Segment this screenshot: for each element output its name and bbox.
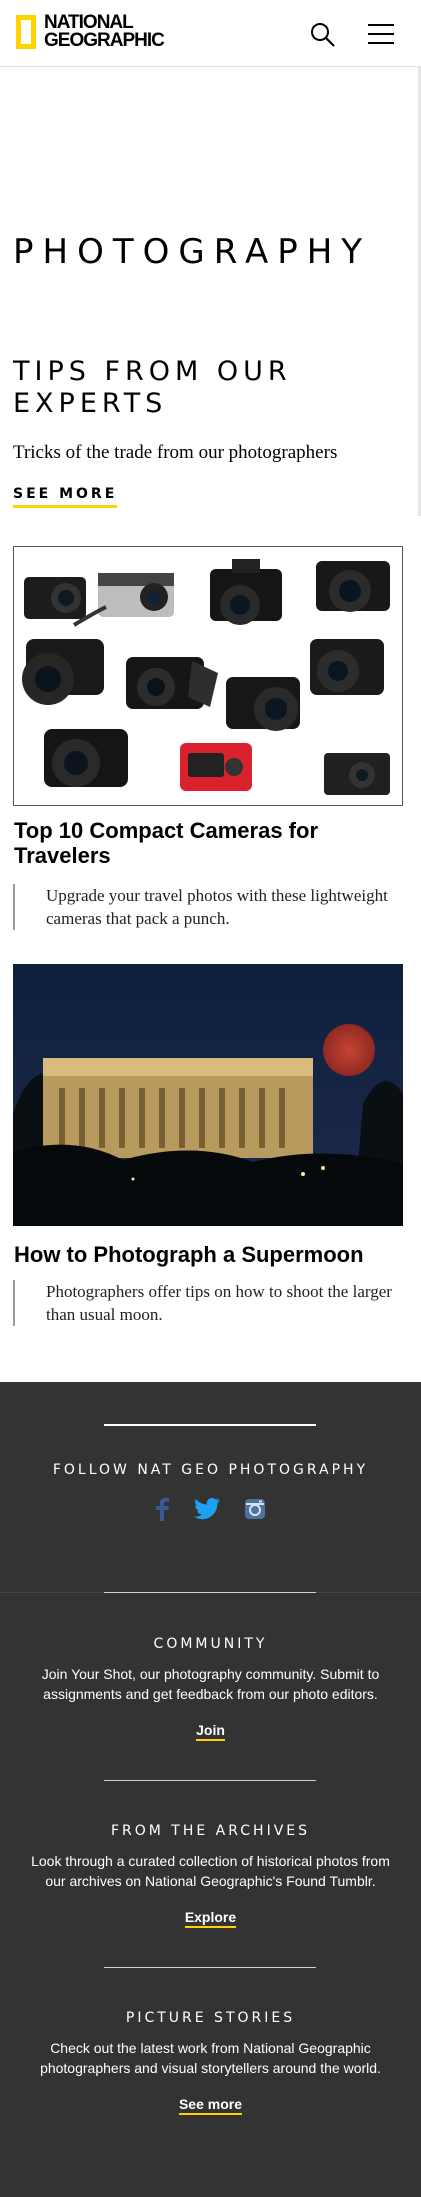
social-links [155, 1497, 266, 1526]
picture-stories-text: Check out the latest work from National … [40, 2040, 381, 2076]
archives-heading: FROM THE ARCHIVES [110, 1823, 311, 1839]
community-heading: COMMUNITY [153, 1636, 268, 1652]
site-header: NATIONAL GEOGRAPHIC [0, 0, 421, 67]
nat-geo-logo[interactable]: NATIONAL GEOGRAPHIC [16, 13, 165, 51]
see-more-stories-link[interactable]: See more [178, 2096, 243, 2115]
archives-text: Look through a curated collection of his… [31, 1853, 390, 1889]
cameras-image[interactable] [13, 546, 403, 806]
search-icon[interactable] [310, 22, 336, 48]
article-description: Photographers offer tips on how to shoot… [13, 1280, 403, 1326]
twitter-icon[interactable] [193, 1497, 220, 1525]
follow-heading: FOLLOW NAT GEO PHOTOGRAPHY [52, 1462, 369, 1478]
section-heading: TIPS FROM OUR EXPERTS [13, 356, 292, 419]
divider [104, 1967, 316, 1968]
article-title[interactable]: Top 10 Compact Cameras for Travelers [14, 818, 404, 868]
article-title[interactable]: How to Photograph a Supermoon [14, 1242, 404, 1267]
section-description: Tricks of the trade from our photographe… [13, 442, 338, 463]
page-title: PHOTOGRAPHY [13, 232, 372, 272]
facebook-icon[interactable] [155, 1497, 169, 1526]
divider [104, 1780, 316, 1781]
article-description: Upgrade your travel photos with these li… [13, 884, 403, 930]
logo-yellow-border [16, 15, 36, 49]
instagram-icon[interactable] [244, 1498, 266, 1525]
explore-link[interactable]: Explore [184, 1909, 237, 1928]
picture-stories-heading: PICTURE STORIES [125, 2010, 296, 2026]
see-more-link[interactable]: SEE MORE [13, 486, 118, 508]
divider [104, 1592, 316, 1593]
join-link[interactable]: Join [196, 1722, 225, 1741]
footer: FOLLOW NAT GEO PHOTOGRAPHY COMMUNITY Joi… [0, 1382, 421, 2197]
logo-line-2: GEOGRAPHIC [44, 30, 165, 51]
community-text: Join Your Shot, our photography communit… [41, 1666, 380, 1702]
hamburger-menu-icon[interactable] [368, 24, 394, 44]
supermoon-image[interactable] [13, 964, 403, 1226]
divider [104, 1424, 316, 1426]
